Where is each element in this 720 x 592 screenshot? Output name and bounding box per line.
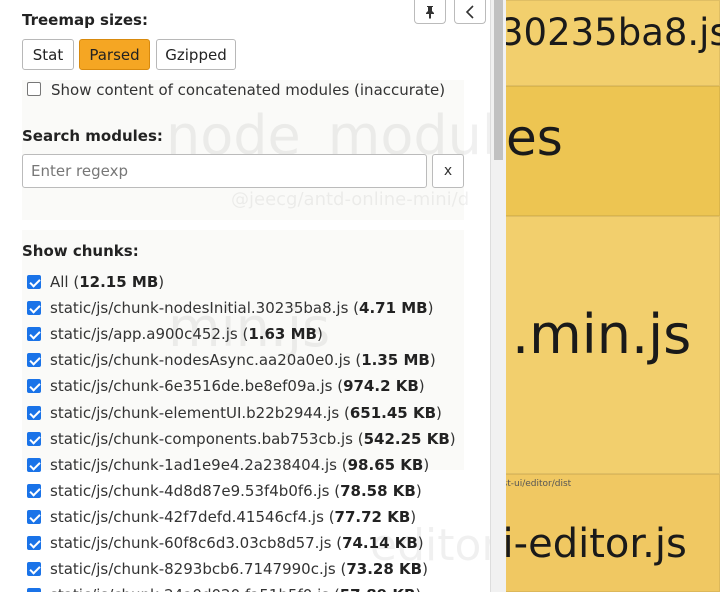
chunk-row[interactable]: static/js/chunk-8293bcb6.7147990c.js (73… (27, 558, 428, 580)
chunk-label: static/js/chunk-nodesAsync.aa20a0e0.js (… (50, 351, 436, 369)
chunk-checkbox[interactable] (27, 275, 41, 289)
size-stat-button[interactable]: Stat (22, 39, 74, 70)
treemap-cell-toastui-dist[interactable]: toast-ui/editor/dist toastui-editor.js (376, 474, 720, 592)
chunk-checkbox[interactable] (27, 432, 41, 446)
size-parsed-button[interactable]: Parsed (79, 39, 150, 70)
watermark-text: @jeecg/antd-online-mini/d (231, 189, 470, 210)
chunk-checkbox[interactable] (27, 353, 41, 367)
chunk-size: 974.2 KB (343, 377, 419, 395)
chunk-label: static/js/chunk-60f8c6d3.03cb8d57.js (74… (50, 534, 424, 552)
chunk-name: static/js/chunk-42f7defd.41546cf4.js (50, 508, 324, 526)
collapse-sidebar-button[interactable] (454, 0, 486, 24)
chunk-size: 542.25 KB (363, 430, 450, 448)
treemap-cell-nodes-initial[interactable]: 30235ba8.js (500, 0, 720, 86)
chunk-checkbox[interactable] (27, 406, 41, 420)
chunk-row[interactable]: static/js/app.a900c452.js (1.63 MB) (27, 323, 323, 345)
search-input[interactable] (22, 154, 427, 188)
chunk-label: static/js/chunk-1ad1e9e4.2a238404.js (98… (50, 456, 430, 474)
chunk-size: 4.71 MB (359, 299, 428, 317)
chunk-label: All (12.15 MB) (50, 273, 165, 291)
chunk-label: static/js/chunk-elementUI.b22b2944.js (6… (50, 404, 442, 422)
chunk-row[interactable]: static/js/chunk-elementUI.b22b2944.js (6… (27, 402, 442, 424)
chunk-all-row[interactable]: All (12.15 MB) (27, 271, 164, 293)
chunk-checkbox[interactable] (27, 562, 41, 576)
chunk-checkbox[interactable] (27, 379, 41, 393)
clear-search-button[interactable]: x (432, 154, 464, 188)
chunk-name: static/js/chunk-4d8d87e9.53f4b0f6.js (50, 482, 330, 500)
chunk-name: static/js/chunk-elementUI.b22b2944.js (50, 404, 340, 422)
chunk-label: static/js/chunk-6e3516de.be8ef09a.js (97… (50, 377, 425, 395)
scrollbar-thumb[interactable] (494, 0, 503, 160)
treemap-cell-antd-online-mini[interactable]: .min.js (505, 216, 720, 474)
chunk-row[interactable]: static/js/chunk-nodesInitial.30235ba8.js… (27, 297, 433, 319)
chunk-label: static/js/chunk-4d8d87e9.53f4b0f6.js (78… (50, 482, 422, 500)
chunk-size: 74.14 KB (342, 534, 418, 552)
chunk-size: 12.15 MB (79, 273, 159, 291)
size-gzipped-button[interactable]: Gzipped (156, 39, 236, 70)
chunk-label: static/js/chunk-components.bab753cb.js (… (50, 430, 456, 448)
chunk-name: static/js/chunk-nodesAsync.aa20a0e0.js (50, 351, 351, 369)
sidebar: node_modules @jeecg/antd-online-mini/d m… (0, 0, 506, 592)
pin-sidebar-button[interactable] (414, 0, 446, 24)
chunk-row[interactable]: static/js/chunk-42f7defd.41546cf4.js (77… (27, 506, 416, 528)
chunk-label: static/js/chunk-8293bcb6.7147990c.js (73… (50, 560, 428, 578)
chunk-name: static/js/chunk-6e3516de.be8ef09a.js (50, 377, 333, 395)
chunk-checkbox[interactable] (27, 484, 41, 498)
chunk-checkbox[interactable] (27, 536, 41, 550)
chunk-row[interactable]: static/js/chunk-1ad1e9e4.2a238404.js (98… (27, 454, 429, 476)
chunk-size: 73.28 KB (346, 560, 423, 578)
chunk-name: static/js/chunk-8293bcb6.7147990c.js (50, 560, 336, 578)
chunk-name: static/js/app.a900c452.js (50, 325, 238, 343)
chunk-label: static/js/chunk-nodesInitial.30235ba8.js… (50, 299, 434, 317)
chunk-label: static/js/chunk-24a0d020.fa51b5f0.js (57… (50, 586, 421, 592)
chunk-size: 77.72 KB (334, 508, 411, 526)
chunk-size: 78.58 KB (340, 482, 416, 500)
chunk-row[interactable]: static/js/chunk-6e3516de.be8ef09a.js (97… (27, 375, 425, 397)
chunk-row[interactable]: static/js/chunk-24a0d020.fa51b5f0.js (57… (27, 584, 421, 592)
chunk-row[interactable]: static/js/chunk-nodesAsync.aa20a0e0.js (… (27, 349, 436, 371)
chunk-checkbox[interactable] (27, 510, 41, 524)
pin-icon (426, 5, 434, 19)
search-modules-label: Search modules: (22, 127, 163, 145)
chunk-label: static/js/app.a900c452.js (1.63 MB) (50, 325, 323, 343)
chunk-checkbox[interactable] (27, 588, 41, 592)
chunk-name: static/js/chunk-60f8c6d3.03cb8d57.js (50, 534, 332, 552)
treemap-cell-label: .min.js (512, 303, 692, 366)
chunk-row[interactable]: static/js/chunk-components.bab753cb.js (… (27, 428, 456, 450)
chunk-size: 1.63 MB (248, 325, 317, 343)
treemap-cell-node-modules[interactable]: es (505, 86, 720, 216)
chevron-left-icon (465, 4, 474, 19)
chunk-name: static/js/chunk-24a0d020.fa51b5f0.js (50, 586, 329, 592)
chunk-name: static/js/chunk-nodesInitial.30235ba8.js (50, 299, 349, 317)
chunk-name: All (50, 273, 69, 291)
show-chunks-label: Show chunks: (22, 242, 139, 260)
treemap-cell-label: es (506, 109, 563, 167)
chunk-size: 57.89 KB (340, 586, 416, 592)
chunk-size: 98.65 KB (347, 456, 424, 474)
chunk-name: static/js/chunk-components.bab753cb.js (50, 430, 353, 448)
chunk-size: 651.45 KB (349, 404, 437, 422)
chunk-row[interactable]: static/js/chunk-4d8d87e9.53f4b0f6.js (78… (27, 480, 422, 502)
chunk-name: static/js/chunk-1ad1e9e4.2a238404.js (50, 456, 337, 474)
chunk-row[interactable]: static/js/chunk-60f8c6d3.03cb8d57.js (74… (27, 532, 424, 554)
chunk-size: 1.35 MB (361, 351, 430, 369)
sidebar-content: node_modules @jeecg/antd-online-mini/d m… (0, 0, 490, 592)
treemap-sizes-label: Treemap sizes: (22, 11, 148, 29)
chunk-checkbox[interactable] (27, 458, 41, 472)
concatenated-modules-checkbox[interactable] (27, 82, 41, 96)
chunk-checkbox[interactable] (27, 327, 41, 341)
treemap-cell-label: 30235ba8.js (500, 11, 720, 54)
sidebar-scrollbar[interactable] (490, 0, 506, 592)
chunk-label: static/js/chunk-42f7defd.41546cf4.js (77… (50, 508, 417, 526)
chunk-checkbox[interactable] (27, 301, 41, 315)
concatenated-modules-label: Show content of concatenated modules (in… (51, 81, 446, 99)
